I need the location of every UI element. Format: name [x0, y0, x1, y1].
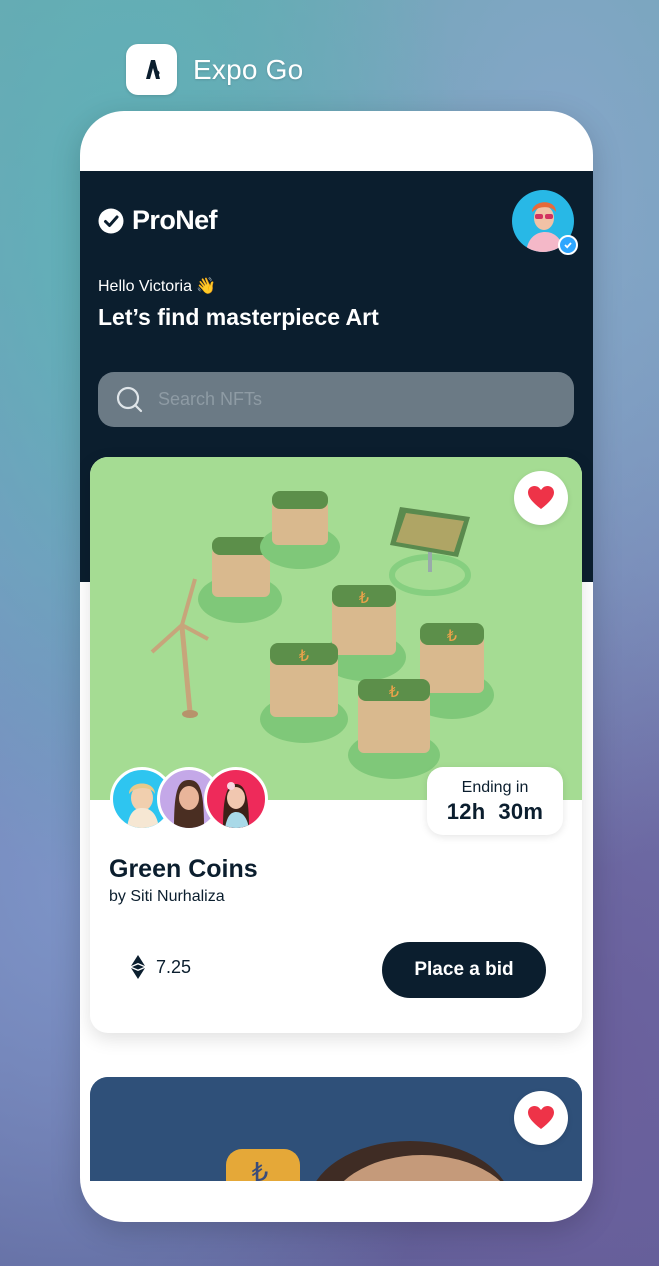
page-title: Let’s find masterpiece Art	[98, 304, 379, 330]
nft-artwork[interactable]: ₺ ₺ ₺ ₺	[90, 457, 582, 800]
svg-text:₺: ₺	[252, 1158, 269, 1181]
ending-label: Ending in	[461, 779, 529, 796]
owner-avatar[interactable]	[204, 767, 268, 831]
search-bar[interactable]	[98, 372, 574, 427]
svg-text:₺: ₺	[299, 646, 309, 665]
ending-timer: Ending in 12h 30m	[427, 767, 563, 835]
price-value: 7.25	[156, 956, 192, 977]
brand-name: ProNef	[132, 205, 218, 235]
favorite-button[interactable]	[514, 1091, 568, 1145]
search-icon	[116, 386, 143, 412]
brand-logo: ProNef	[98, 205, 218, 236]
verified-badge-icon	[558, 235, 578, 255]
ethereum-icon	[131, 955, 145, 979]
app-switcher-header: Expo Go	[126, 44, 303, 95]
heart-icon	[528, 486, 554, 509]
svg-text:₺: ₺	[359, 588, 369, 607]
nft-title: Green Coins	[109, 855, 258, 883]
app-preview-card[interactable]: ProNef Hello Victoria 👋 Let’s find maste…	[80, 111, 593, 1222]
svg-text:₺: ₺	[389, 682, 399, 701]
place-bid-button[interactable]: Place a bid	[382, 942, 546, 998]
nft-price: 7.25	[130, 955, 191, 979]
nft-card[interactable]: ₺	[90, 1077, 582, 1181]
svg-text:₺: ₺	[447, 626, 457, 645]
nft-author: by Siti Nurhaliza	[109, 888, 225, 905]
check-circle-icon	[98, 208, 124, 233]
search-input[interactable]	[156, 388, 540, 411]
heart-icon	[528, 1106, 554, 1129]
expo-go-app-icon[interactable]	[126, 44, 177, 95]
favorite-button[interactable]	[514, 471, 568, 525]
app-name: Expo Go	[193, 53, 304, 85]
nft-card[interactable]: ₺ ₺ ₺ ₺ Ending in 12h 30m Green Coins by…	[90, 457, 582, 1033]
ending-time: 12h 30m	[446, 799, 544, 824]
greeting-text: Hello Victoria 👋	[98, 278, 217, 295]
